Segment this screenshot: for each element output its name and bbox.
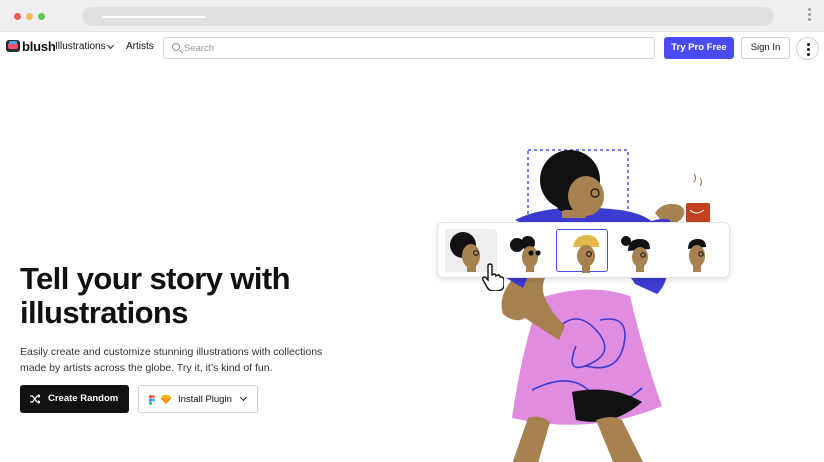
kebab-dot (807, 43, 810, 46)
browser-chrome (0, 0, 824, 32)
hero-subtitle: Easily create and customize stunning ill… (20, 346, 323, 374)
search-box[interactable] (163, 37, 655, 59)
nav-illustrations[interactable]: Illustrations (55, 41, 106, 52)
more-options-button[interactable] (796, 37, 819, 60)
hand-pointer-cursor-icon (482, 263, 504, 291)
shuffle-icon (30, 394, 40, 404)
chevron-down-icon[interactable] (106, 41, 115, 50)
head-variant-bun-sunglasses[interactable] (501, 229, 553, 272)
hero-illustration (501, 149, 710, 462)
create-random-label: Create Random (48, 393, 119, 404)
bun-sunglasses-head-icon (510, 236, 541, 272)
beanie-head-icon (573, 235, 599, 273)
head-variant-picker (437, 222, 730, 278)
kebab-dot (807, 53, 810, 56)
address-bar[interactable] (82, 7, 774, 26)
chevron-down-icon[interactable] (239, 393, 248, 402)
search-icon (172, 43, 180, 51)
head-variant-short-hair[interactable] (668, 229, 720, 272)
create-random-button[interactable]: Create Random (20, 385, 129, 413)
hero-title: Tell your story with illustrations (20, 261, 291, 330)
top-navbar: blush Illustrations Artists Try Pro Free… (0, 32, 824, 64)
head-variant-ponytail[interactable] (612, 229, 664, 272)
right-leg (596, 417, 643, 462)
address-placeholder-bar (102, 16, 206, 18)
maximize-window-button[interactable] (38, 13, 45, 20)
install-plugin-button[interactable]: Install Plugin (138, 385, 258, 413)
figma-icon (149, 395, 155, 405)
minimize-window-button[interactable] (26, 13, 33, 20)
search-input[interactable] (184, 40, 644, 56)
sketch-icon (161, 395, 171, 404)
install-plugin-label: Install Plugin (178, 394, 232, 405)
head-variant-beanie[interactable] (556, 229, 608, 273)
blush-logo-icon[interactable] (6, 40, 20, 52)
try-pro-free-button[interactable]: Try Pro Free (664, 37, 734, 59)
close-window-button[interactable] (14, 13, 21, 20)
face (568, 176, 604, 216)
kebab-dot (807, 48, 810, 51)
ponytail-head-icon (621, 236, 650, 272)
sign-in-button[interactable]: Sign In (741, 37, 790, 59)
browser-menu-icon[interactable] (808, 8, 812, 24)
coffee-cup-icon (686, 173, 710, 225)
brand-name[interactable]: blush (22, 39, 56, 54)
left-leg (512, 416, 550, 462)
nav-artists[interactable]: Artists (126, 41, 154, 52)
short-hair-head-icon (688, 239, 706, 272)
